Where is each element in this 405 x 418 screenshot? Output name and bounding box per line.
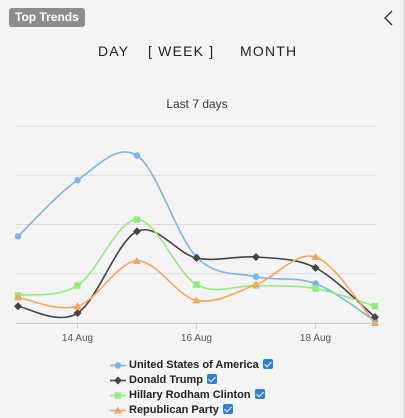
data-point bbox=[371, 303, 379, 310]
data-point bbox=[311, 263, 320, 272]
data-point bbox=[74, 176, 81, 184]
data-point bbox=[133, 227, 141, 236]
tab-week[interactable]: [ WEEK ] bbox=[148, 43, 214, 59]
legend-checkbox[interactable] bbox=[262, 359, 273, 369]
data-point bbox=[192, 253, 201, 262]
legend-swatch bbox=[110, 362, 126, 369]
series-line-3 bbox=[17, 218, 376, 308]
line-chart: Last 7 days 14 Aug 16 Aug 18 Aug bbox=[14, 97, 379, 344]
legend-label: Republican Party bbox=[129, 404, 219, 416]
top-trends-badge: Top Trends bbox=[9, 8, 85, 27]
trends-panel: Top Trends DAY [ WEEK ] MONTH Last 7 day… bbox=[0, 0, 405, 418]
series-line-1 bbox=[17, 151, 376, 322]
period-tabs: DAY [ WEEK ] MONTH bbox=[0, 43, 395, 63]
legend-item[interactable]: Donald Trump bbox=[110, 373, 273, 388]
chart-title: Last 7 days bbox=[166, 97, 227, 111]
back-button[interactable] bbox=[381, 8, 397, 28]
legend-item[interactable]: Republican Party bbox=[110, 403, 273, 418]
legend-swatch bbox=[110, 392, 126, 399]
data-point bbox=[252, 273, 260, 280]
x-tick-label: 14 Aug bbox=[62, 333, 93, 344]
data-point bbox=[193, 281, 200, 288]
legend-item[interactable]: United States of America bbox=[110, 358, 273, 373]
tab-day[interactable]: DAY bbox=[98, 43, 129, 59]
data-point bbox=[74, 282, 81, 289]
data-point bbox=[312, 285, 319, 292]
legend-checkbox[interactable] bbox=[254, 389, 265, 399]
x-tick-label: 16 Aug bbox=[181, 333, 212, 344]
data-point bbox=[14, 233, 22, 240]
data-point bbox=[14, 302, 22, 311]
legend-swatch bbox=[110, 376, 126, 385]
legend-marker bbox=[114, 376, 122, 385]
chart-legend: United States of America Donald Trump Hill… bbox=[110, 358, 273, 418]
legend-checkbox[interactable] bbox=[206, 374, 217, 384]
tab-month[interactable]: MONTH bbox=[240, 43, 297, 59]
legend-checkbox[interactable] bbox=[222, 404, 233, 414]
legend-marker bbox=[114, 362, 122, 369]
legend-label: Donald Trump bbox=[129, 374, 203, 386]
legend-swatch bbox=[110, 406, 126, 414]
legend-item[interactable]: Hillary Rodham Clinton bbox=[110, 388, 273, 403]
data-point bbox=[133, 152, 141, 159]
chevron-left-icon bbox=[384, 10, 393, 26]
data-point bbox=[133, 216, 141, 223]
data-point bbox=[252, 253, 260, 262]
legend-label: Hillary Rodham Clinton bbox=[129, 389, 251, 401]
x-tick-label: 18 Aug bbox=[300, 333, 331, 344]
legend-marker bbox=[114, 392, 122, 399]
legend-label: United States of America bbox=[129, 359, 259, 371]
